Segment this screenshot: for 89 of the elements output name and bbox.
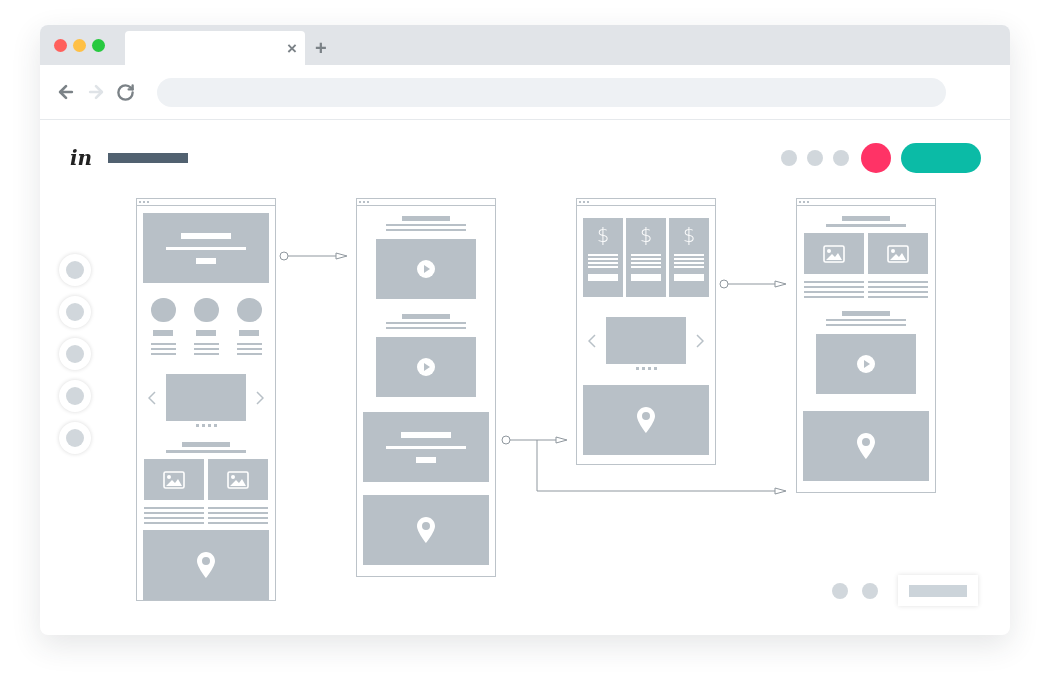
currency-symbol: $	[639, 224, 653, 246]
map-pin-icon	[417, 517, 435, 543]
placeholder-bar	[402, 216, 450, 221]
placeholder-line	[868, 281, 928, 283]
connector-arrow	[279, 251, 348, 261]
sidebar-button[interactable]	[59, 422, 91, 454]
placeholder-line	[674, 258, 704, 260]
map-pin-icon	[857, 433, 875, 459]
placeholder-line	[236, 348, 262, 350]
placeholder-line	[588, 254, 618, 256]
placeholder-line	[144, 517, 204, 519]
avatar[interactable]	[861, 143, 891, 173]
pagination-dots-icon	[195, 424, 217, 427]
placeholder-bar	[402, 314, 450, 319]
placeholder-line	[868, 286, 928, 288]
placeholder-line	[236, 343, 262, 345]
placeholder-line	[208, 517, 268, 519]
minimize-window-icon[interactable]	[73, 38, 86, 52]
logo: in	[70, 148, 93, 168]
placeholder-line	[674, 254, 704, 256]
sidebar-button[interactable]	[59, 254, 91, 286]
map-pin-icon	[197, 552, 215, 578]
placeholder-line	[804, 296, 864, 298]
chevron-left-icon[interactable]	[148, 390, 156, 405]
placeholder-line	[804, 286, 864, 288]
placeholder-line	[588, 258, 618, 260]
chevron-left-icon[interactable]	[588, 333, 596, 348]
new-tab-button[interactable]: +	[315, 38, 327, 58]
placeholder-line	[236, 353, 262, 355]
placeholder-bar	[842, 216, 890, 221]
play-icon	[417, 260, 435, 278]
placeholder-line	[150, 343, 176, 345]
currency-symbol: $	[682, 224, 696, 246]
tab-close-button[interactable]: ×	[287, 39, 297, 57]
avatar-placeholder	[236, 298, 262, 322]
placeholder-line	[631, 254, 661, 256]
placeholder-line	[144, 522, 204, 524]
placeholder-line	[150, 353, 176, 355]
placeholder-bar	[181, 232, 231, 239]
placeholder-bar	[401, 431, 451, 438]
avatar-placeholder	[193, 298, 219, 322]
close-window-icon[interactable]	[54, 38, 67, 52]
placeholder-line	[588, 266, 618, 268]
browser-tab[interactable]: ×	[125, 31, 305, 65]
reload-icon[interactable]	[116, 82, 135, 102]
play-icon	[417, 358, 435, 376]
placeholder-bar	[842, 311, 890, 316]
placeholder-line	[804, 281, 864, 283]
placeholder-line	[804, 291, 864, 293]
chevron-right-icon[interactable]	[256, 390, 264, 405]
placeholder-line	[674, 266, 704, 268]
image-icon	[163, 470, 185, 489]
action-pill-button[interactable]	[901, 143, 981, 173]
placeholder-line	[208, 522, 268, 524]
sidebar-button[interactable]	[59, 296, 91, 328]
chevron-right-icon[interactable]	[696, 333, 704, 348]
play-icon	[857, 355, 875, 373]
sidebar-button[interactable]	[59, 380, 91, 412]
placeholder-bar	[196, 330, 216, 336]
placeholder-line	[193, 343, 219, 345]
placeholder-line	[193, 348, 219, 350]
placeholder-line	[674, 262, 704, 264]
image-icon	[887, 244, 909, 263]
placeholder-line	[144, 507, 204, 509]
placeholder-line	[193, 353, 219, 355]
currency-symbol: $	[596, 224, 610, 246]
placeholder-bar	[909, 584, 967, 597]
placeholder-line	[150, 348, 176, 350]
placeholder-line	[144, 512, 204, 514]
back-icon[interactable]	[56, 82, 76, 102]
placeholder-bar	[153, 330, 173, 336]
avatar-placeholder	[150, 298, 176, 322]
placeholder-line	[208, 512, 268, 514]
maximize-window-icon[interactable]	[92, 38, 105, 52]
image-icon	[227, 470, 249, 489]
sidebar-button[interactable]	[59, 338, 91, 370]
placeholder-line	[631, 262, 661, 264]
connector-arrow	[719, 279, 787, 289]
placeholder-line	[868, 296, 928, 298]
placeholder-line	[588, 262, 618, 264]
map-pin-icon	[637, 407, 655, 433]
placeholder-line	[868, 291, 928, 293]
placeholder-line	[631, 266, 661, 268]
pagination-dots-icon	[635, 367, 657, 370]
placeholder-line	[208, 507, 268, 509]
placeholder-line	[631, 258, 661, 260]
placeholder-bar	[182, 442, 230, 447]
image-icon	[823, 244, 845, 263]
placeholder-bar	[239, 330, 259, 336]
